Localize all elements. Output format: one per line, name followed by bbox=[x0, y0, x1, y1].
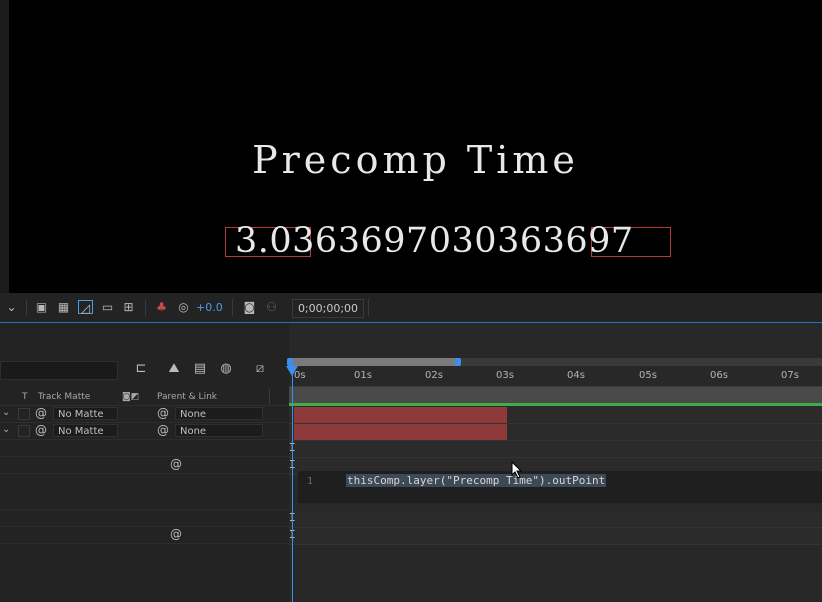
track-row-3: I bbox=[289, 441, 822, 458]
shy-icon[interactable]: ⛰ bbox=[165, 361, 183, 377]
camera-icon[interactable]: ◙ bbox=[242, 300, 257, 314]
toolbar-divider bbox=[368, 299, 369, 316]
ruler-tick: 03s bbox=[496, 370, 514, 381]
parent-dropdown[interactable]: None bbox=[175, 424, 263, 437]
pick-whip-icon[interactable]: @ bbox=[35, 406, 47, 420]
composition-viewer: Precomp Time 3.0363697030363697 bbox=[0, 0, 822, 293]
snapshot-icon[interactable]: ▣ bbox=[34, 300, 49, 314]
t-checkbox[interactable] bbox=[18, 408, 30, 420]
work-area-bar[interactable] bbox=[290, 358, 458, 366]
cursor-arrow-icon bbox=[511, 461, 523, 479]
property-row: @ bbox=[0, 457, 289, 474]
motion-blur-icon[interactable]: ◍ bbox=[217, 361, 235, 377]
expression-row bbox=[0, 474, 289, 510]
track-matte-value: No Matte bbox=[58, 426, 104, 437]
show-snapshot-icon[interactable]: ⚇ bbox=[264, 300, 279, 314]
timeline-layer-panel: ⊏ ⛰ ▤ ◍ ⧄ T Track Matte ◙◩ Parent & Link… bbox=[0, 323, 289, 602]
precomp-time-value: 3.0363697030363697 bbox=[235, 221, 634, 261]
toolbar-divider bbox=[232, 299, 233, 316]
track-matte-dropdown[interactable]: No Matte bbox=[53, 424, 118, 437]
pick-whip-icon[interactable]: @ bbox=[35, 423, 47, 437]
layer-clip[interactable] bbox=[294, 424, 507, 440]
parent-value: None bbox=[180, 426, 207, 437]
comp-track-bar[interactable] bbox=[289, 387, 822, 403]
ruler-tick: 06s bbox=[710, 370, 728, 381]
pick-whip-icon[interactable]: @ bbox=[157, 406, 169, 420]
toolbar-divider bbox=[26, 299, 27, 316]
time-ruler[interactable]: 0s 01s 02s 03s 04s 05s 06s 07s bbox=[289, 366, 822, 387]
frame-blending-icon[interactable]: ▤ bbox=[191, 361, 209, 377]
toolbar-divider bbox=[145, 299, 146, 316]
property-row bbox=[0, 440, 289, 457]
parent-link-column-header[interactable]: Parent & Link bbox=[157, 392, 217, 402]
exposure-reset-icon[interactable]: ◎ bbox=[176, 300, 191, 314]
property-row: @ bbox=[0, 527, 289, 544]
chevron-down-icon[interactable]: ⌄ bbox=[2, 407, 10, 418]
layer-row-1[interactable]: ⌄ @ No Matte @ None bbox=[0, 406, 289, 423]
ruler-tick: 02s bbox=[425, 370, 443, 381]
pick-whip-icon[interactable]: @ bbox=[157, 423, 169, 437]
audio-render-bar bbox=[289, 403, 822, 406]
layer-search-input[interactable] bbox=[0, 361, 118, 380]
ruler-tick: 05s bbox=[639, 370, 657, 381]
parent-value: None bbox=[180, 409, 207, 420]
work-area-start-handle[interactable] bbox=[287, 358, 293, 366]
track-matte-value: No Matte bbox=[58, 409, 104, 420]
graph-editor-icon[interactable]: ⧄ bbox=[251, 361, 269, 377]
region-icon[interactable]: ▭ bbox=[100, 300, 115, 314]
work-area-end-handle[interactable] bbox=[455, 358, 461, 366]
track-row-2 bbox=[289, 424, 822, 441]
precomp-title-text: Precomp Time bbox=[252, 138, 579, 182]
matte-icon: ◙◩ bbox=[122, 392, 140, 402]
track-matte-dropdown[interactable]: No Matte bbox=[53, 407, 118, 420]
track-matte-column-header[interactable]: Track Matte bbox=[38, 392, 90, 402]
current-time-display[interactable]: 0;00;00;00 bbox=[292, 299, 364, 318]
expression-line-number: 1 bbox=[307, 476, 314, 487]
column-divider bbox=[269, 389, 270, 405]
guides-icon[interactable]: ⊞ bbox=[121, 300, 136, 314]
timeline-track-panel: 0s 01s 02s 03s 04s 05s 06s 07s I I 1 thi… bbox=[286, 323, 822, 602]
chevron-down-icon[interactable]: ⌄ bbox=[2, 424, 10, 435]
color-channel-icon[interactable]: ♣ bbox=[154, 300, 169, 314]
track-row-6: I bbox=[289, 528, 822, 545]
expression-pick-whip-icon[interactable]: @ bbox=[170, 527, 182, 541]
ruler-tick: 07s bbox=[781, 370, 799, 381]
viewer-toolbar: ⌄ ▣ ▦ ◿ ▭ ⊞ ♣ ◎ +0.0 ◙ ⚇ 0;00;00;00 bbox=[0, 293, 822, 323]
layer-row-2[interactable]: ⌄ @ No Matte @ None bbox=[0, 423, 289, 440]
t-checkbox[interactable] bbox=[18, 425, 30, 437]
chevron-down-icon[interactable]: ⌄ bbox=[4, 300, 19, 314]
parent-dropdown[interactable]: None bbox=[175, 407, 263, 420]
column-headers: T Track Matte ◙◩ Parent & Link bbox=[0, 389, 289, 406]
t-column-header[interactable]: T bbox=[22, 392, 28, 402]
exposure-value[interactable]: +0.0 bbox=[196, 301, 223, 314]
track-row-5: I bbox=[289, 511, 822, 528]
expression-pick-whip-icon[interactable]: @ bbox=[170, 457, 182, 471]
current-time-indicator[interactable] bbox=[286, 366, 298, 376]
composition-canvas[interactable]: Precomp Time 3.0363697030363697 bbox=[9, 0, 822, 293]
ruler-tick: 01s bbox=[354, 370, 372, 381]
ruler-tick: 04s bbox=[567, 370, 585, 381]
expression-code[interactable]: thisComp.layer("Precomp Time").outPoint bbox=[346, 474, 607, 487]
mask-icon[interactable]: ◿ bbox=[78, 300, 93, 315]
layer-clip[interactable] bbox=[294, 407, 507, 423]
track-row-1 bbox=[289, 407, 822, 424]
property-row bbox=[0, 510, 289, 527]
current-time-indicator-line[interactable] bbox=[292, 366, 293, 602]
comp-flowchart-icon[interactable]: ⊏ bbox=[132, 361, 150, 377]
transparency-grid-icon[interactable]: ▦ bbox=[56, 300, 71, 314]
